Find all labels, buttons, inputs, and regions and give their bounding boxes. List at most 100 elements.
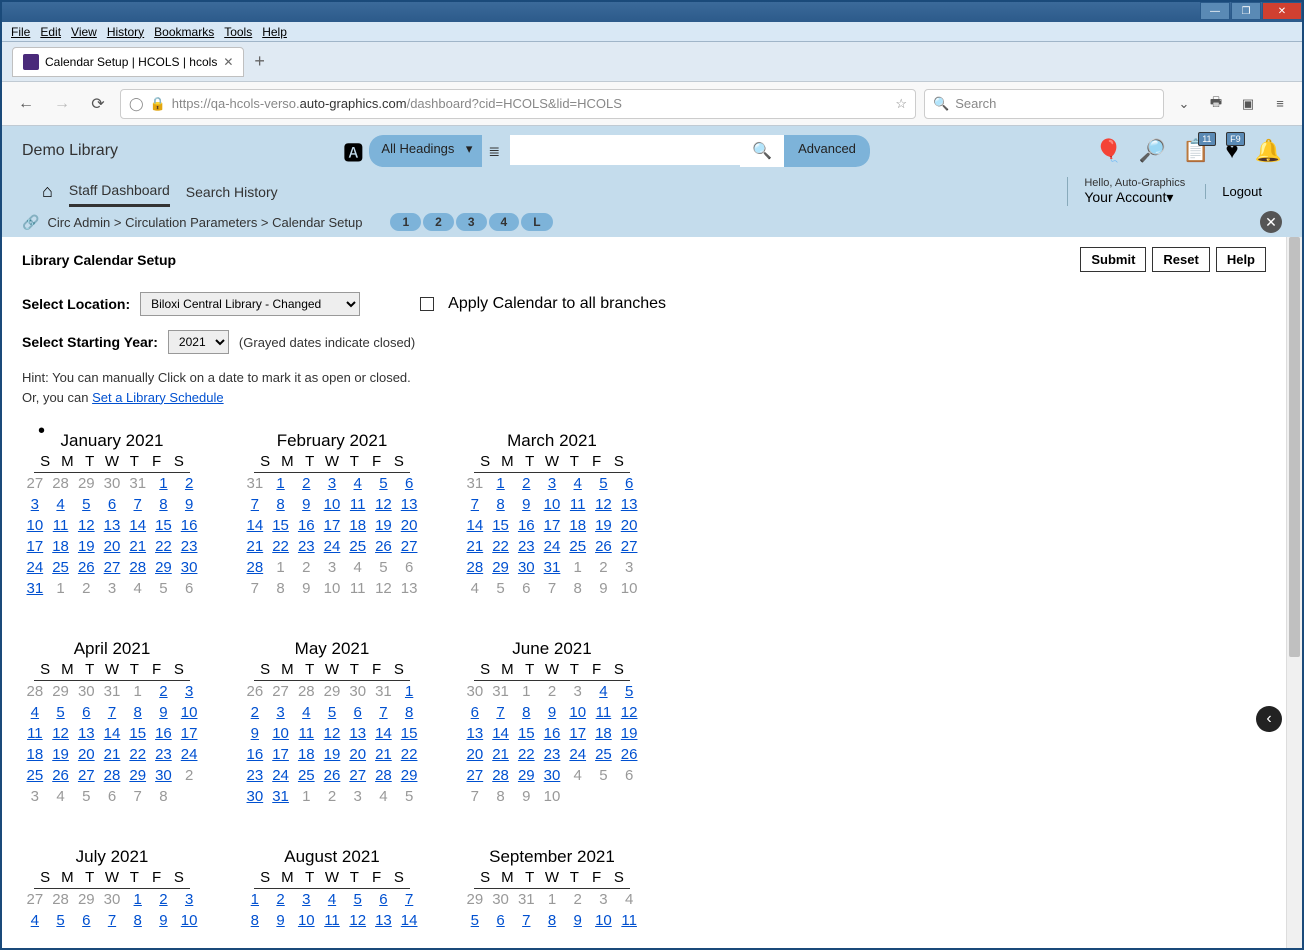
calendar-day-other[interactable]: 3 bbox=[616, 557, 642, 578]
calendar-day-other[interactable]: 5 bbox=[371, 557, 397, 578]
address-bar[interactable]: ◯ 🔒 https://qa-hcols-verso.auto-graphics… bbox=[120, 89, 916, 119]
calendar-day[interactable]: 19 bbox=[73, 536, 99, 557]
calendar-day[interactable]: 11 bbox=[565, 494, 591, 515]
calendar-day[interactable]: 29 bbox=[396, 765, 422, 786]
calendar-day-other[interactable]: 8 bbox=[268, 578, 294, 599]
calendar-day[interactable]: 17 bbox=[22, 536, 48, 557]
calendar-day[interactable]: 25 bbox=[22, 765, 48, 786]
calendar-day-other[interactable]: 7 bbox=[242, 578, 268, 599]
calendar-day[interactable]: 11 bbox=[48, 515, 74, 536]
calendar-day-other[interactable]: 31 bbox=[371, 681, 397, 702]
calendar-day[interactable]: 5 bbox=[345, 889, 371, 910]
calendar-day-other[interactable]: 30 bbox=[99, 889, 125, 910]
calendar-day-other[interactable]: 1 bbox=[565, 557, 591, 578]
calendar-day[interactable]: 2 bbox=[565, 889, 591, 910]
browser-tab[interactable]: Calendar Setup | HCOLS | hcols ✕ bbox=[12, 47, 244, 77]
calendar-day[interactable]: 7 bbox=[125, 494, 151, 515]
calendar-day[interactable]: 14 bbox=[242, 515, 268, 536]
calendar-day[interactable]: 1 bbox=[242, 889, 268, 910]
calendar-day[interactable]: 2 bbox=[176, 473, 202, 494]
calendar-day[interactable]: 24 bbox=[268, 765, 294, 786]
calendar-day[interactable]: 15 bbox=[151, 515, 177, 536]
calendar-day-other[interactable]: 4 bbox=[565, 765, 591, 786]
calendar-day[interactable]: 12 bbox=[345, 910, 371, 931]
calendar-day[interactable]: 5 bbox=[591, 473, 617, 494]
calendar-day[interactable]: 7 bbox=[99, 702, 125, 723]
calendar-day[interactable]: 10 bbox=[565, 702, 591, 723]
calendar-day[interactable]: 6 bbox=[73, 702, 99, 723]
calendar-day[interactable]: 6 bbox=[345, 702, 371, 723]
calendar-day[interactable]: 2 bbox=[151, 681, 177, 702]
calendar-day[interactable]: 23 bbox=[242, 765, 268, 786]
calendar-day[interactable]: 5 bbox=[48, 910, 74, 931]
calendar-day[interactable]: 21 bbox=[242, 536, 268, 557]
calendar-day[interactable]: 26 bbox=[591, 536, 617, 557]
calendar-day[interactable]: 14 bbox=[125, 515, 151, 536]
search-button[interactable]: 🔍 bbox=[740, 135, 784, 167]
calendar-day[interactable]: 21 bbox=[488, 744, 514, 765]
calendar-day-other[interactable]: 31 bbox=[125, 473, 151, 494]
calendar-day[interactable]: 3 bbox=[268, 702, 294, 723]
menu-view[interactable]: View bbox=[66, 24, 102, 40]
year-select[interactable]: 2021 bbox=[168, 330, 229, 354]
calendar-day-other[interactable]: 28 bbox=[48, 889, 74, 910]
calendar-day[interactable]: 6 bbox=[616, 473, 642, 494]
account-menu[interactable]: Your Account▾ bbox=[1084, 189, 1185, 206]
calendar-day-other[interactable]: 6 bbox=[616, 765, 642, 786]
back-button[interactable]: ← bbox=[12, 90, 40, 118]
calendar-day[interactable]: 28 bbox=[488, 765, 514, 786]
calendar-day[interactable]: 28 bbox=[462, 557, 488, 578]
calendar-day[interactable]: 9 bbox=[151, 702, 177, 723]
calendar-day-other[interactable]: 7 bbox=[125, 786, 151, 807]
calendar-day[interactable]: 6 bbox=[99, 494, 125, 515]
calendar-day-other[interactable]: 11 bbox=[345, 578, 371, 599]
calendar-day[interactable]: 8 bbox=[242, 910, 268, 931]
calendar-day[interactable]: 1 bbox=[151, 473, 177, 494]
calendar-day[interactable]: 29 bbox=[488, 557, 514, 578]
extension-icon[interactable]: ▣ bbox=[1236, 92, 1260, 116]
calendar-day[interactable]: 11 bbox=[616, 910, 642, 931]
calendar-day-other[interactable]: 31 bbox=[242, 473, 268, 494]
calendar-day[interactable]: 7 bbox=[488, 702, 514, 723]
calendar-day[interactable]: 19 bbox=[48, 744, 74, 765]
calendar-day[interactable]: 26 bbox=[616, 744, 642, 765]
calendar-day[interactable]: 16 bbox=[513, 515, 539, 536]
calendar-day[interactable]: 29 bbox=[125, 765, 151, 786]
calendar-day[interactable]: 24 bbox=[22, 557, 48, 578]
calendar-day[interactable]: 8 bbox=[488, 494, 514, 515]
calendar-day[interactable]: 21 bbox=[99, 744, 125, 765]
calendar-day[interactable]: 26 bbox=[319, 765, 345, 786]
calendar-day-other[interactable]: 26 bbox=[242, 681, 268, 702]
calendar-day[interactable]: 7 bbox=[462, 494, 488, 515]
calendar-day[interactable]: 30 bbox=[513, 557, 539, 578]
calendar-day[interactable]: 15 bbox=[268, 515, 294, 536]
calendar-day-other[interactable]: 12 bbox=[371, 578, 397, 599]
calendar-day[interactable]: 1 bbox=[125, 681, 151, 702]
calendar-day[interactable]: 21 bbox=[371, 744, 397, 765]
calendar-day[interactable]: 17 bbox=[565, 723, 591, 744]
calendar-day-other[interactable]: 8 bbox=[488, 786, 514, 807]
calendar-day[interactable]: 20 bbox=[616, 515, 642, 536]
print-icon[interactable]: 🖶 bbox=[1204, 92, 1228, 116]
calendar-day[interactable]: 26 bbox=[48, 765, 74, 786]
menu-help[interactable]: Help bbox=[257, 24, 292, 40]
calendar-day[interactable]: 6 bbox=[73, 910, 99, 931]
calendar-day[interactable]: 22 bbox=[488, 536, 514, 557]
calendar-day-other[interactable]: 31 bbox=[488, 681, 514, 702]
calendar-day[interactable]: 17 bbox=[319, 515, 345, 536]
calendar-day[interactable]: 4 bbox=[22, 910, 48, 931]
calendar-day-other[interactable]: 29 bbox=[73, 473, 99, 494]
calendar-day[interactable]: 4 bbox=[565, 473, 591, 494]
calendar-day-other[interactable]: 10 bbox=[319, 578, 345, 599]
calendar-day[interactable]: 3 bbox=[591, 889, 617, 910]
nav-staff-dashboard[interactable]: Staff Dashboard bbox=[69, 176, 170, 207]
calendar-day[interactable]: 10 bbox=[176, 910, 202, 931]
calendar-day[interactable]: 8 bbox=[151, 494, 177, 515]
breadcrumb[interactable]: Circ Admin > Circulation Parameters > Ca… bbox=[47, 215, 362, 230]
calendar-day[interactable]: 16 bbox=[293, 515, 319, 536]
calendar-day-other[interactable]: 30 bbox=[462, 681, 488, 702]
calendar-day[interactable]: 27 bbox=[345, 765, 371, 786]
calendar-day[interactable]: 8 bbox=[125, 910, 151, 931]
calendar-day[interactable]: 7 bbox=[513, 910, 539, 931]
calendar-day[interactable]: 12 bbox=[48, 723, 74, 744]
